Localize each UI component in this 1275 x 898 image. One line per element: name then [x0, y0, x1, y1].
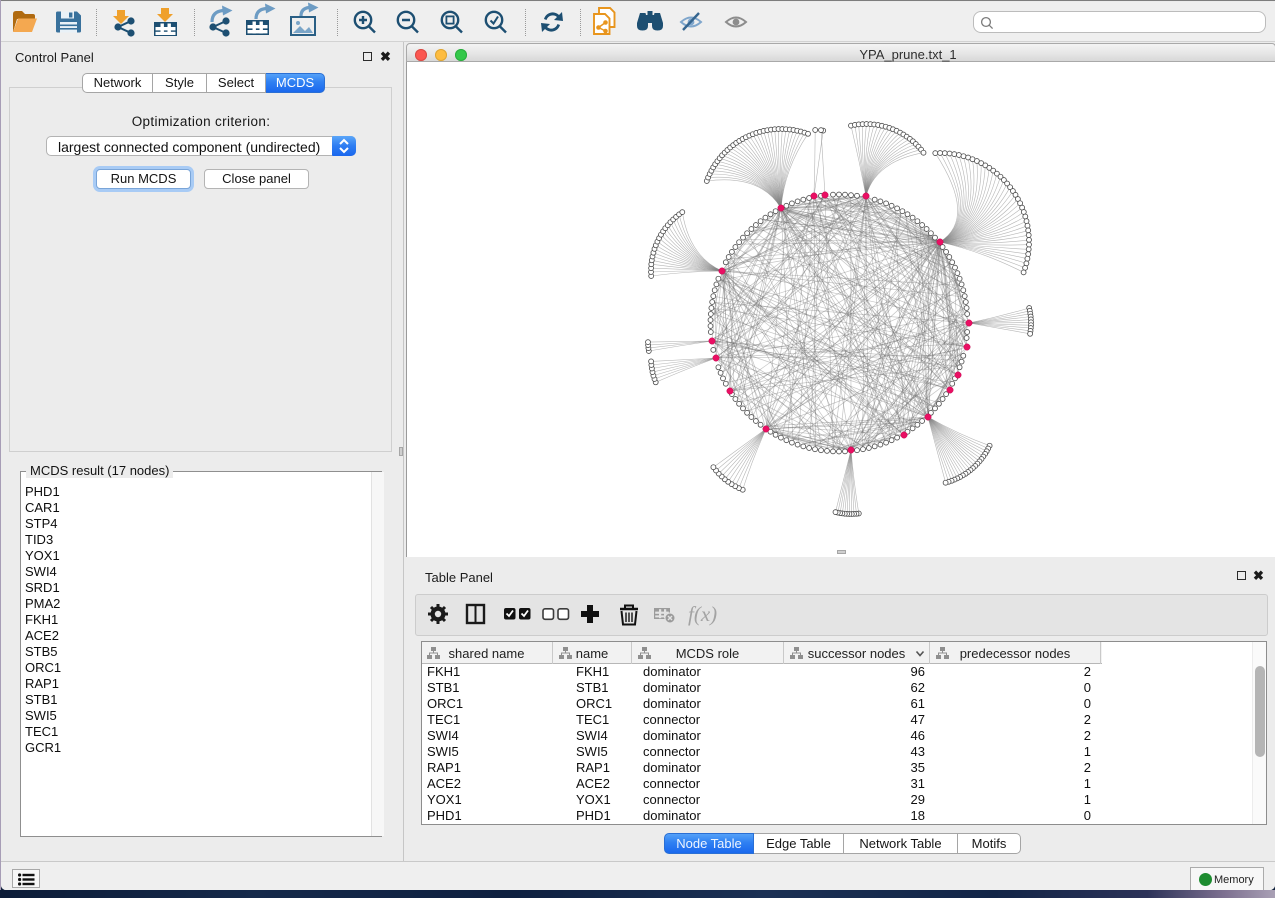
svg-text:f(x): f(x): [688, 602, 717, 626]
